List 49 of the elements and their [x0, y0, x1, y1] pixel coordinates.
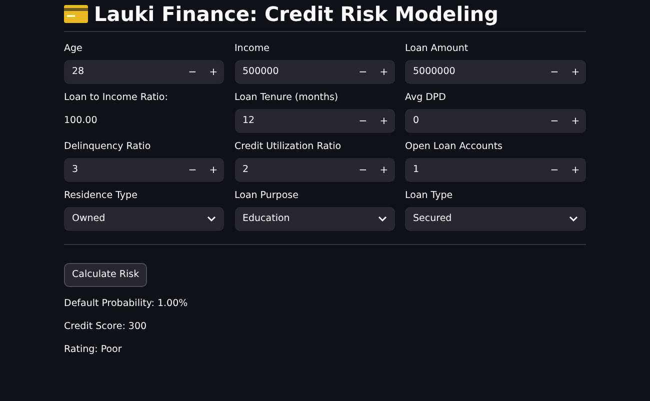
decrement-button[interactable]: −	[544, 60, 565, 84]
select-field[interactable]: Education	[234, 207, 394, 231]
number-input[interactable]: 28 − +	[64, 60, 224, 84]
select-field[interactable]: Secured	[405, 207, 586, 231]
ratio-value: 100.00	[64, 114, 98, 128]
credit-card-icon	[64, 4, 88, 22]
number-input[interactable]: 2 − +	[234, 158, 394, 182]
number-input[interactable]: 5000000 − +	[405, 60, 586, 84]
field-label: Loan Tenure (months)	[234, 92, 338, 103]
result-text: Rating: Poor	[64, 344, 122, 355]
field-label: Residence Type	[64, 190, 138, 201]
field-label: Credit Utilization Ratio	[234, 141, 342, 152]
field-label: Open Loan Accounts	[405, 141, 503, 152]
result-text: Default Probability: 1.00%	[64, 298, 188, 309]
decrement-button[interactable]: −	[352, 109, 374, 133]
decrement-button[interactable]: −	[352, 60, 374, 84]
increment-button[interactable]: +	[374, 60, 394, 84]
result-text: Credit Score: 300	[64, 321, 147, 332]
field-label: Loan Purpose	[234, 190, 298, 201]
increment-button[interactable]: +	[374, 158, 394, 182]
chevron-down-icon	[207, 216, 216, 222]
field-label: Loan to Income Ratio:	[64, 92, 168, 103]
increment-button[interactable]: +	[565, 158, 586, 182]
select-field[interactable]: Owned	[64, 207, 224, 231]
field-label: Age	[64, 43, 82, 54]
increment-button[interactable]: +	[565, 60, 586, 84]
decrement-button[interactable]: −	[544, 109, 565, 133]
number-input[interactable]: 3 − +	[64, 158, 224, 182]
decrement-button[interactable]: −	[352, 158, 374, 182]
decrement-button[interactable]: −	[182, 158, 203, 182]
number-input[interactable]: 0 − +	[405, 109, 586, 133]
number-input[interactable]: 500000 − +	[234, 60, 394, 84]
calculate-risk-button[interactable]: Calculate Risk	[64, 263, 148, 287]
number-input[interactable]: 1 − +	[405, 158, 586, 182]
decrement-button[interactable]: −	[182, 60, 203, 84]
increment-button[interactable]: +	[565, 109, 586, 133]
increment-button[interactable]: +	[203, 158, 224, 182]
field-label: Income	[234, 43, 270, 54]
field-label: Delinquency Ratio	[64, 141, 151, 152]
decrement-button[interactable]: −	[544, 158, 565, 182]
chevron-down-icon	[569, 216, 578, 222]
increment-button[interactable]: +	[203, 60, 224, 84]
page-title: Lauki Finance: Credit Risk Modeling	[94, 0, 498, 28]
chevron-down-icon	[378, 216, 386, 222]
field-label: Loan Amount	[405, 43, 468, 54]
increment-button[interactable]: +	[374, 109, 394, 133]
number-input[interactable]: 12 − +	[234, 109, 394, 133]
field-label: Avg DPD	[405, 92, 446, 103]
field-label: Loan Type	[405, 190, 453, 201]
